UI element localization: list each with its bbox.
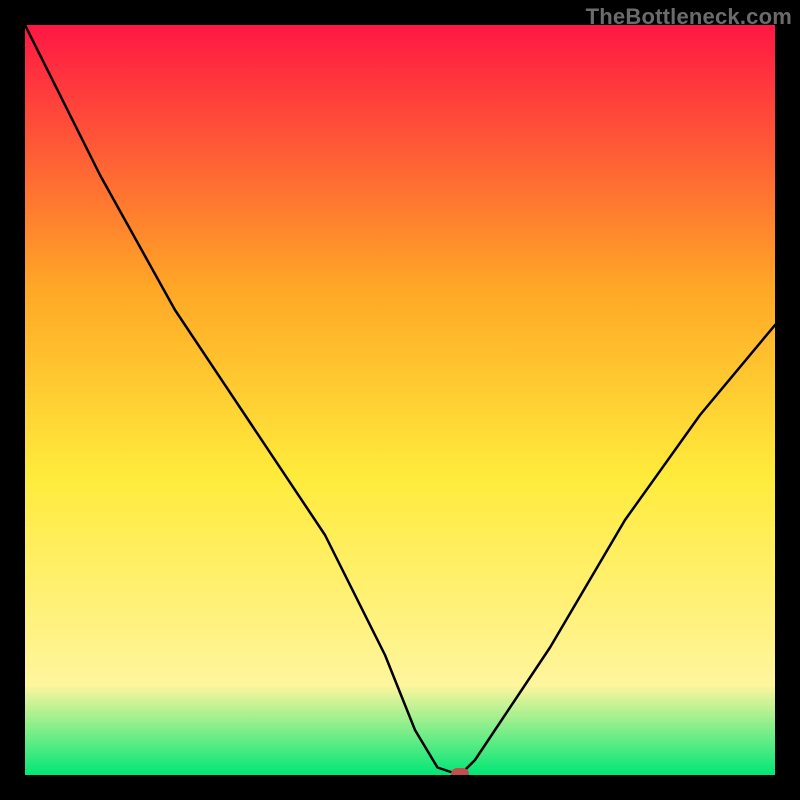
gradient-background <box>25 25 775 775</box>
plot-area <box>25 25 775 775</box>
chart-svg <box>25 25 775 775</box>
optimal-point-marker <box>451 768 469 775</box>
chart-frame: TheBottleneck.com <box>0 0 800 800</box>
